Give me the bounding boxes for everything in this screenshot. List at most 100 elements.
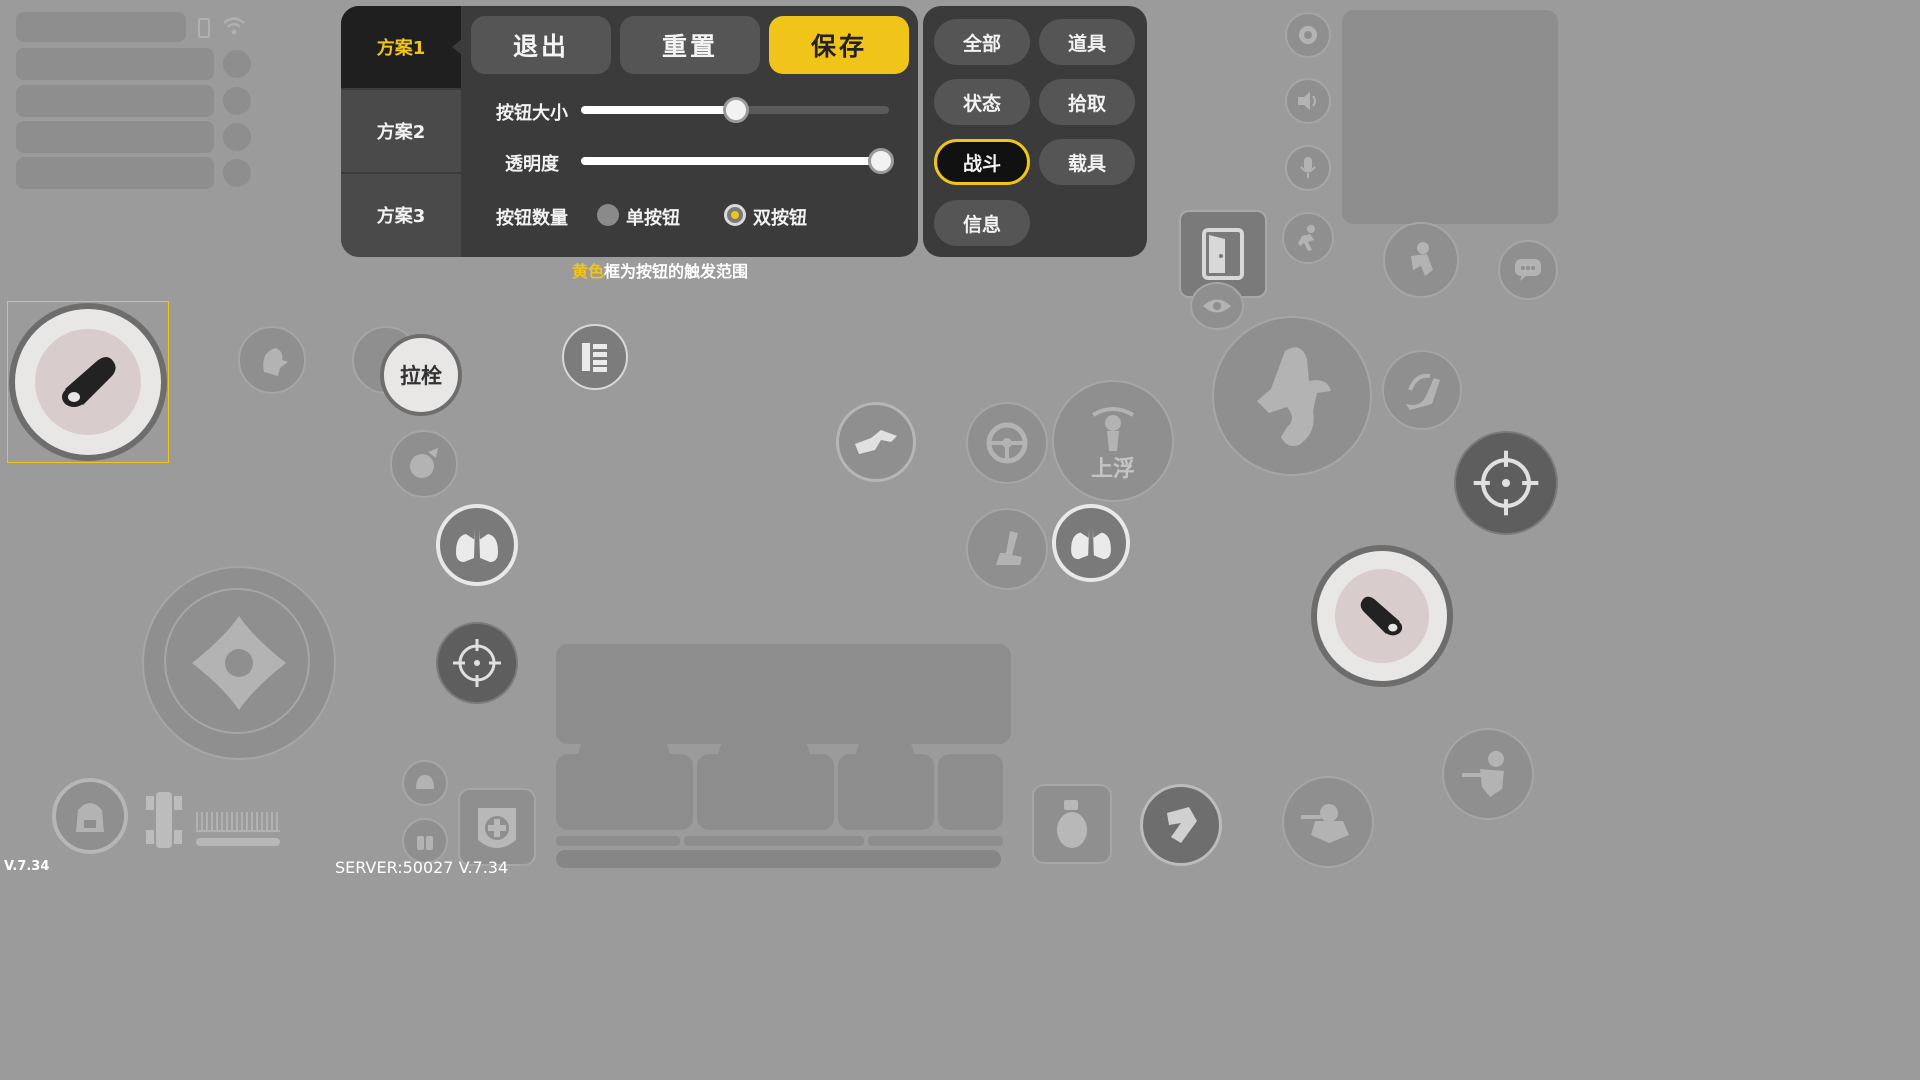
lungs-icon: [456, 528, 498, 562]
teammate-dot-1: [223, 50, 251, 78]
bandage-icon: [1167, 807, 1197, 843]
minimap: [1342, 10, 1558, 224]
ammo-bar-1: [556, 836, 680, 846]
grenade-icon: [1057, 800, 1087, 848]
scheme-tab-3[interactable]: 方案3: [341, 174, 461, 256]
lungs-icon: [1071, 526, 1111, 560]
button-count-label: 按钮数量: [496, 208, 568, 229]
hint-rest: 框为按钮的触发范围: [604, 262, 749, 281]
left-fire-button-inner: [35, 329, 141, 435]
crouch-recline-button[interactable]: [1382, 350, 1462, 430]
dive-button[interactable]: [836, 402, 916, 482]
single-button-label[interactable]: 单按钮: [626, 204, 680, 230]
float-up-button[interactable]: 上浮: [1052, 380, 1174, 502]
opacity-slider[interactable]: [581, 148, 894, 174]
teammate-dot-3: [223, 123, 251, 151]
teammate-bar-2: [16, 85, 214, 117]
float-up-label: 上浮: [1090, 457, 1135, 482]
battery-icon: [198, 18, 210, 38]
opacity-knob[interactable]: [867, 148, 894, 174]
scheme-list: 方案1 方案2 方案3: [341, 6, 462, 257]
sprint-icon[interactable]: [1282, 212, 1334, 264]
medkit-icon: [478, 808, 516, 848]
button-size-slider[interactable]: [581, 97, 889, 123]
bandage-heal-button[interactable]: [1140, 784, 1222, 866]
prone-soldier-button[interactable]: [1442, 728, 1534, 820]
weapon-slot-3[interactable]: [838, 754, 934, 830]
bolt-action-button[interactable]: 拉栓: [380, 334, 462, 416]
wifi-icon: [222, 16, 246, 41]
reset-button[interactable]: 重置: [620, 16, 760, 74]
category-combat[interactable]: 战斗: [934, 139, 1030, 185]
category-status[interactable]: 状态: [934, 79, 1030, 125]
weapon-slot-4[interactable]: [938, 754, 1003, 830]
category-panel: 全部 道具 状态 拾取 战斗 载具 信息: [923, 6, 1147, 257]
category-items[interactable]: 道具: [1039, 19, 1135, 65]
vehicle-silhouette-icon: [146, 788, 182, 852]
button-size-fill: [581, 106, 735, 114]
jump-button[interactable]: [1212, 316, 1372, 476]
seat-switch-button[interactable]: [966, 508, 1048, 590]
ammo-clip-icon: [582, 343, 607, 372]
medkit-button[interactable]: [458, 788, 536, 866]
crosshair-icon: [453, 639, 501, 687]
double-button-label[interactable]: 双按钮: [753, 204, 807, 230]
right-fire-button[interactable]: [1311, 545, 1453, 687]
team-status-bar: [16, 12, 186, 42]
peek-eye-icon[interactable]: [1190, 282, 1244, 330]
weapon-slot-2[interactable]: [697, 754, 834, 830]
server-version: SERVER:50027 V.7.34: [335, 858, 509, 877]
teammate-dot-2: [223, 87, 251, 115]
hold-breath-button-left[interactable]: [436, 504, 518, 586]
grenade-slot-button[interactable]: [1032, 784, 1112, 864]
speaker-icon[interactable]: [1285, 78, 1331, 124]
movement-joystick[interactable]: [142, 566, 336, 760]
steering-wheel-button[interactable]: [966, 402, 1048, 484]
hold-breath-button-right[interactable]: [1052, 504, 1130, 582]
microphone-icon[interactable]: [1285, 145, 1331, 191]
aim-button-left[interactable]: [436, 622, 518, 704]
exit-button[interactable]: 退出: [471, 16, 611, 74]
opacity-fill: [581, 157, 880, 165]
vehicle-exit-icon[interactable]: [1383, 222, 1459, 298]
lean-soldier-button[interactable]: [1282, 776, 1374, 868]
category-info[interactable]: 信息: [934, 200, 1030, 246]
lean-left-button[interactable]: [238, 326, 306, 394]
seat-icon: [996, 531, 1022, 565]
right-fire-button-inner: [1335, 569, 1429, 663]
crosshair-icon: [1473, 450, 1539, 516]
layout-editor-panel: 方案1 方案2 方案3 退出 重置 保存 按钮大小 透明度 按钮数量 单按钮 双…: [341, 6, 918, 257]
steering-wheel-icon: [986, 422, 1028, 464]
teammate-bar-3: [16, 121, 214, 153]
door-icon: [1202, 228, 1244, 280]
category-pickup[interactable]: 拾取: [1039, 79, 1135, 125]
trigger-range-hint: 黄色框为按钮的触发范围: [572, 258, 748, 282]
double-button-radio[interactable]: [724, 204, 746, 226]
hint-highlight: 黄色: [572, 262, 605, 281]
button-size-knob[interactable]: [723, 97, 749, 123]
category-vehicle[interactable]: 载具: [1039, 139, 1135, 185]
fuel-gauge: [196, 812, 280, 832]
grenade-throw-button[interactable]: [390, 430, 458, 498]
ammo-bar-2: [684, 836, 864, 846]
backpack-button[interactable]: [52, 778, 128, 854]
category-all[interactable]: 全部: [934, 19, 1030, 65]
save-button[interactable]: 保存: [769, 16, 909, 74]
swimmer-icon: [855, 430, 897, 454]
single-button-radio[interactable]: [597, 204, 619, 226]
weapon-slot-1[interactable]: [556, 754, 693, 830]
settings-gear-icon[interactable]: [1285, 12, 1331, 58]
opacity-label: 透明度: [505, 154, 559, 175]
chat-icon[interactable]: [1498, 240, 1558, 300]
helmet-icon: [402, 760, 448, 806]
vehicle-health-bar: [196, 838, 280, 846]
teammate-dot-4: [223, 159, 251, 187]
ads-scope-button[interactable]: [562, 324, 628, 390]
teammate-bar-1: [16, 48, 214, 80]
scheme-tab-2[interactable]: 方案2: [341, 90, 461, 174]
left-fire-button[interactable]: [9, 303, 167, 461]
health-bar: [556, 850, 1001, 868]
scheme-tab-1[interactable]: 方案1: [341, 6, 462, 90]
aim-button-right[interactable]: [1454, 431, 1558, 535]
bullet-icon: [1360, 596, 1403, 636]
